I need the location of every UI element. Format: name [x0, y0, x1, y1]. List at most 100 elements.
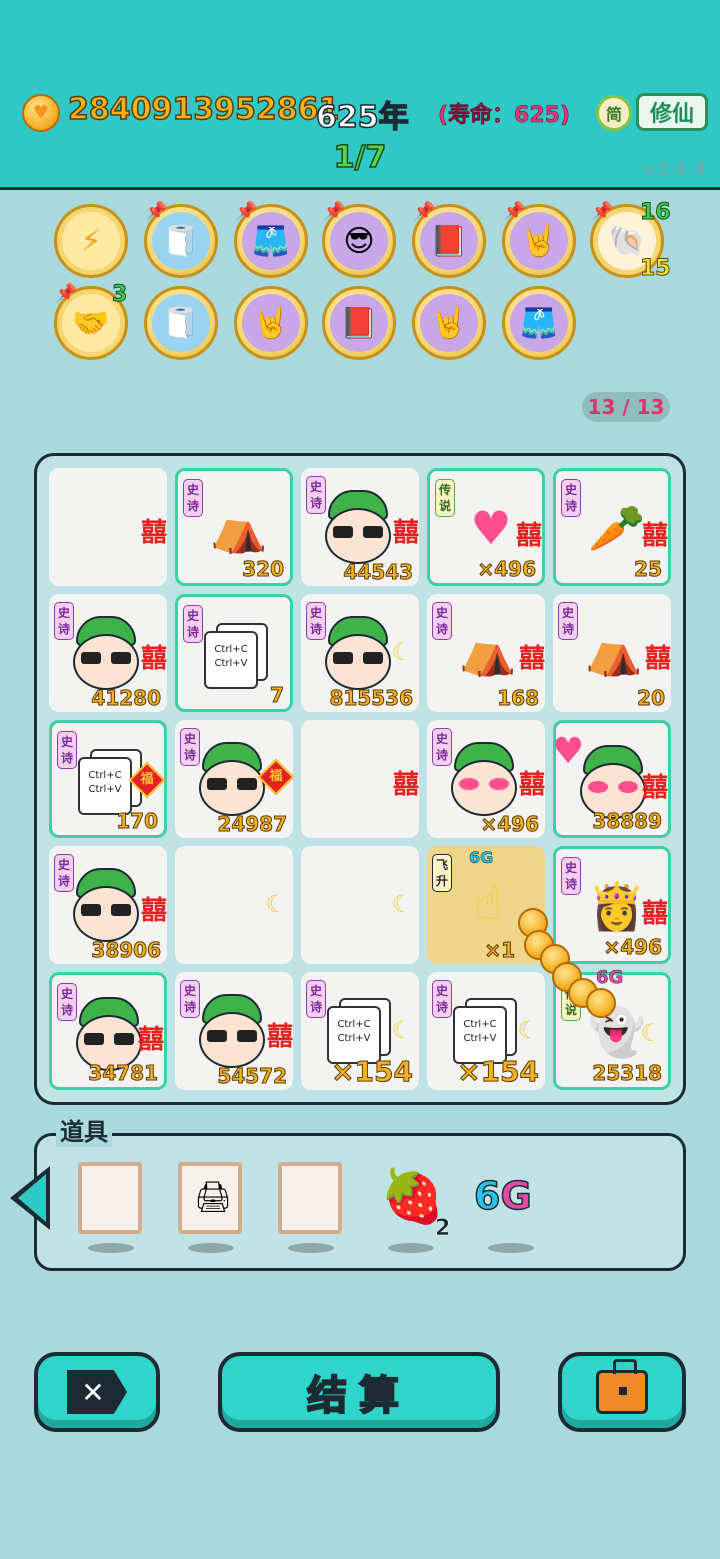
close-icon: ✕ [67, 1370, 127, 1414]
rarity-tag: 飞升 [432, 854, 452, 892]
relic-tissue-2[interactable]: 🧻 [144, 286, 218, 360]
pointing-finger-icon: ☝ [473, 876, 502, 930]
board-cell[interactable]: 史诗 囍 34781 [49, 972, 167, 1090]
pin-icon: 📌 [323, 201, 346, 222]
board-cell[interactable]: 史诗 囍 54572 [175, 972, 293, 1090]
rarity-tag: 传说 [435, 479, 455, 517]
board-cell[interactable]: 史诗 ⛺ 320 [175, 468, 293, 586]
exit-button[interactable]: ✕ [34, 1352, 160, 1432]
relic-skirt[interactable]: 📌 🩳 [234, 201, 308, 278]
cell-value: 38906 [91, 938, 162, 963]
green-hat-face-pink-glasses-icon [451, 742, 517, 816]
cell-value: 20 [637, 686, 666, 711]
relic-lightning[interactable]: ⚡ [54, 204, 128, 278]
double-happiness-icon: 囍 [392, 518, 419, 548]
pin-icon: 📌 [145, 201, 168, 222]
board-cell[interactable]: 史诗 ☾ 815536 [301, 594, 419, 712]
backpack-button[interactable] [558, 1352, 686, 1432]
cell-value: 25 [634, 557, 663, 582]
pin-icon: 📌 [413, 201, 436, 222]
green-hat-face-icon [199, 994, 265, 1068]
relic-rock-hand-2[interactable]: 🤘 [234, 286, 308, 360]
cell-value: 25318 [592, 1061, 663, 1086]
rarity-tag: 史诗 [306, 602, 326, 640]
relic-scribbled-face[interactable]: 📌 😎 [322, 201, 396, 278]
double-happiness-icon: 囍 [644, 644, 671, 674]
tools-title: 道具 [56, 1112, 112, 1147]
years-counter: 625年 [315, 99, 409, 136]
board-cell[interactable]: 囍 [49, 468, 167, 586]
board-cell[interactable]: 囍 [301, 720, 419, 838]
moon-icon: ☾ [517, 1016, 539, 1044]
relic-skirt-2[interactable]: 🩳 [502, 286, 576, 360]
shell-count-bottom: 15 [640, 256, 672, 282]
cell-value: 320 [242, 557, 285, 582]
rock-hand-icon: 🤘 [420, 294, 478, 352]
moon-icon: ☾ [640, 1019, 662, 1047]
board-cell[interactable]: 史诗 Ctrl+C Ctrl+V ☾ ×154 [427, 972, 545, 1090]
board-cell[interactable]: ☾ [175, 846, 293, 964]
board-cell[interactable]: ☾ [301, 846, 419, 964]
board-cell[interactable]: 史诗 福 24987 [175, 720, 295, 838]
board-cell[interactable]: 史诗 囍 44543 [301, 468, 419, 586]
relic-time-magazine[interactable]: 📌 📕 [412, 201, 486, 278]
printer-icon: 🖨 [194, 1180, 233, 1215]
language-button[interactable]: 简 [596, 95, 632, 131]
slot-shadow [188, 1243, 234, 1253]
cell-value: 34781 [88, 1061, 159, 1086]
board-cell[interactable]: 史诗 🥕 囍 25 [553, 468, 671, 586]
cell-value: 54572 [217, 1064, 288, 1089]
rarity-tag: 史诗 [180, 980, 200, 1018]
board-cell[interactable]: 史诗 👸 囍 ×496 [553, 846, 671, 964]
double-happiness-icon: 囍 [641, 521, 668, 551]
sixg-tool[interactable]: 6G [473, 1173, 532, 1219]
board-cell[interactable]: ♥ 囍 38889 [552, 720, 671, 838]
cell-value: 41280 [91, 686, 162, 711]
relic-tissue[interactable]: 📌 🧻 [144, 201, 218, 278]
board-cell[interactable]: 史诗 Ctrl+C Ctrl+V 7 [175, 594, 293, 712]
relic-rock-hand-3[interactable]: 🤘 [412, 286, 486, 360]
cell-value: ×496 [603, 935, 663, 960]
double-happiness-icon: 囍 [140, 896, 167, 926]
green-hat-face-pink-glasses-icon [580, 745, 646, 819]
relic-time-magazine-2[interactable]: 📕 [322, 286, 396, 360]
board-cell[interactable]: 传说 ♥ 囍 ×496 [427, 468, 545, 586]
double-happiness-icon: 囍 [641, 899, 668, 929]
board-cell[interactable]: 史诗 ⛺ 囍 168 [427, 594, 545, 712]
left-arrow-icon[interactable] [10, 1166, 50, 1230]
tool-slot-printer[interactable]: 🖨 [178, 1162, 242, 1234]
moon-icon: ☾ [391, 1016, 413, 1044]
rarity-tag: 史诗 [57, 983, 77, 1021]
rarity-tag: 史诗 [54, 602, 74, 640]
rock-hand-icon: 🤘 [242, 294, 300, 352]
rarity-tag: 史诗 [432, 980, 452, 1018]
board-cell[interactable]: 史诗 Ctrl+C Ctrl+V ☾ ×154 [301, 972, 419, 1090]
tissue-box-icon: 🧻 [152, 294, 210, 352]
tool-slot-empty[interactable] [78, 1162, 142, 1234]
cultivate-button[interactable]: 修仙 [636, 93, 708, 131]
double-happiness-icon: 囍 [515, 521, 542, 551]
board-cell[interactable]: 史诗 Ctrl+C Ctrl+V 福 170 [49, 720, 167, 838]
double-happiness-icon: 囍 [140, 644, 167, 674]
briefcase-icon [596, 1359, 648, 1414]
double-happiness-icon: 囍 [266, 1022, 293, 1052]
double-happiness-icon: 囍 [518, 644, 545, 674]
relic-rock-hand[interactable]: 📌 🤘 [502, 201, 576, 278]
board-cell[interactable]: 史诗 囍 ×496 [427, 720, 545, 838]
board-cell[interactable]: 史诗 ⛺ 囍 20 [553, 594, 671, 712]
green-hat-face-icon [325, 490, 391, 564]
board-cell[interactable]: 史诗 囍 38906 [49, 846, 167, 964]
cell-value: 168 [497, 686, 540, 711]
cell-value: 170 [116, 809, 159, 834]
settle-button[interactable]: 结算 [218, 1352, 500, 1432]
pin-icon: 📌 [235, 201, 258, 222]
rarity-tag: 史诗 [561, 857, 581, 895]
heart-icon: ♥ [552, 731, 585, 772]
green-hat-face-icon [199, 742, 265, 816]
handshake-count: 3 [111, 282, 128, 308]
coin-icon [586, 988, 616, 1018]
rarity-tag: 史诗 [183, 605, 203, 643]
rarity-tag: 史诗 [180, 728, 200, 766]
tool-slot-empty[interactable] [278, 1162, 342, 1234]
board-cell[interactable]: 史诗 囍 41280 [49, 594, 167, 712]
